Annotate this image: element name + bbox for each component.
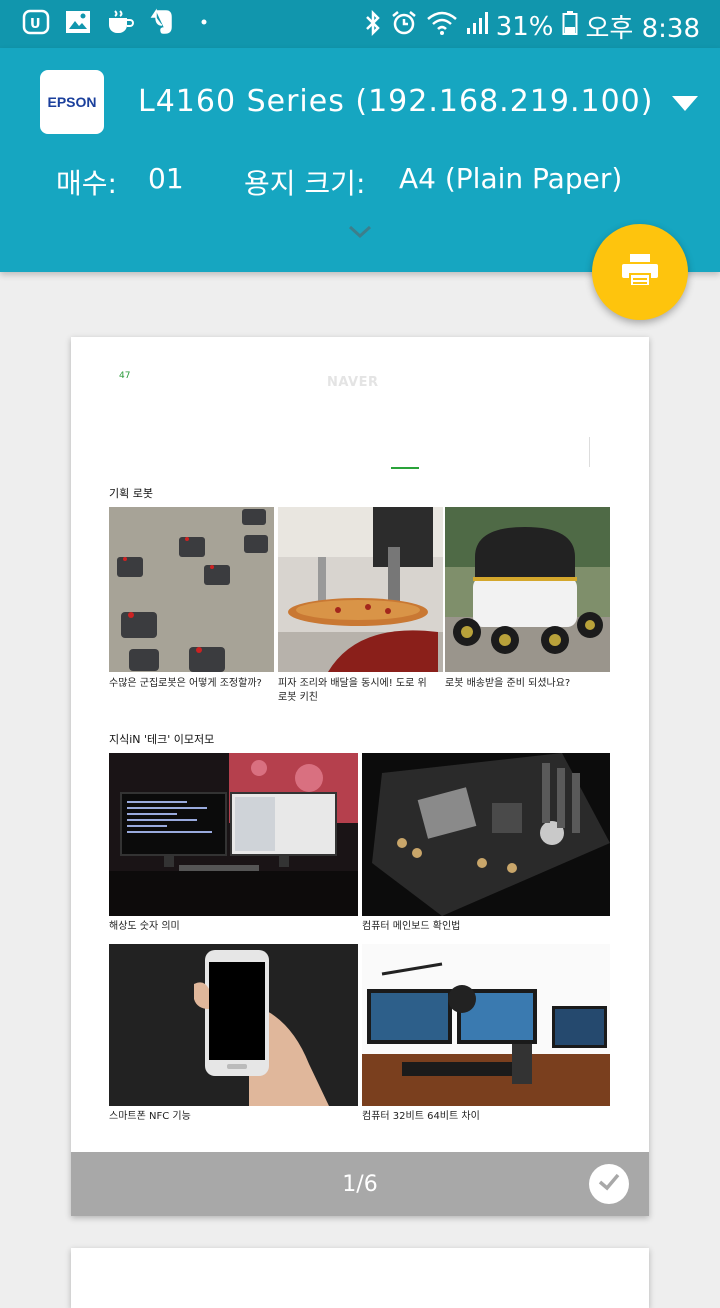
page-select-checkbox[interactable]: [589, 1164, 629, 1204]
naver-logo: NAVER: [327, 375, 379, 390]
page-footer: 1/6: [71, 1152, 649, 1216]
signal-icon: [466, 10, 488, 43]
logo-text: EPSON: [47, 94, 97, 110]
svg-text:U: U: [30, 17, 41, 32]
expand-chevron-icon[interactable]: [348, 224, 372, 244]
print-preview-page-next[interactable]: [71, 1248, 649, 1308]
thumbnail-swarm-robots: [109, 507, 274, 672]
page-counter: 1/6: [342, 1172, 378, 1197]
divider: [589, 437, 590, 467]
evernote-icon: [148, 8, 176, 36]
printer-icon: [620, 252, 660, 292]
thumbnail-monitors: [109, 753, 358, 916]
thumbnail-studio: [362, 944, 610, 1106]
clock: 오후 8:38: [585, 14, 701, 44]
u-plus-icon: U: [22, 8, 50, 36]
printer-selector[interactable]: L4160 Series (192.168.219.100): [138, 84, 653, 119]
thumbnail-pizza-robot: [278, 507, 443, 672]
bluetooth-icon: [364, 9, 382, 44]
coffee-icon: [106, 8, 134, 36]
copies-label: 매수:: [56, 167, 117, 200]
paper-size-value: A4 (Plain Paper): [399, 162, 623, 195]
section-title-robot: 기획 로봇: [109, 487, 153, 500]
caption-delivery: 로봇 배송받을 준비 되셨나요?: [445, 678, 571, 689]
section-title-jisikin: 지식iN '테크' 이모저모: [109, 733, 215, 746]
wifi-icon: [426, 10, 458, 43]
caption-nfc: 스마트폰 NFC 기능: [109, 1111, 191, 1122]
battery-percent: 31%: [495, 11, 554, 42]
thumbnail-motherboard: [362, 753, 610, 916]
dot-icon: [190, 8, 218, 36]
print-settings-summary[interactable]: 매수: 01 용지 크기: A4 (Plain Paper): [56, 162, 622, 202]
caption-motherboard: 컴퓨터 메인보드 확인법: [362, 921, 461, 932]
check-icon: [597, 1172, 621, 1196]
print-button[interactable]: [592, 224, 688, 320]
paper-size-label: 용지 크기:: [244, 167, 366, 200]
dropdown-arrow-icon[interactable]: [672, 96, 698, 111]
thumbnail-smartphone: [109, 944, 358, 1106]
page-number-small: 47: [119, 371, 131, 381]
tab-indicator: [391, 467, 419, 469]
battery-icon: [562, 10, 578, 43]
status-bar: U 31% 오후 8:38: [0, 0, 720, 48]
alarm-icon: [390, 9, 418, 44]
gallery-icon: [64, 8, 92, 36]
caption-resolution: 해상도 숫자 의미: [109, 921, 180, 932]
caption-pizza: 피자 조리와 배달을 동시에! 도로 위 로봇 키친: [278, 678, 427, 703]
caption-swarm: 수많은 군집로봇은 어떻게 조정할까?: [109, 678, 262, 689]
print-preview-page[interactable]: 47 NAVER 기획 로봇 수많은 군집로봇은 어떻게 조정할까? 피자 조리…: [71, 337, 649, 1216]
thumbnail-delivery-robot: [445, 507, 610, 672]
epson-logo: EPSON: [40, 70, 104, 134]
copies-value: 01: [148, 162, 184, 195]
caption-32-64bit: 컴퓨터 32비트 64비트 차이: [362, 1111, 480, 1122]
